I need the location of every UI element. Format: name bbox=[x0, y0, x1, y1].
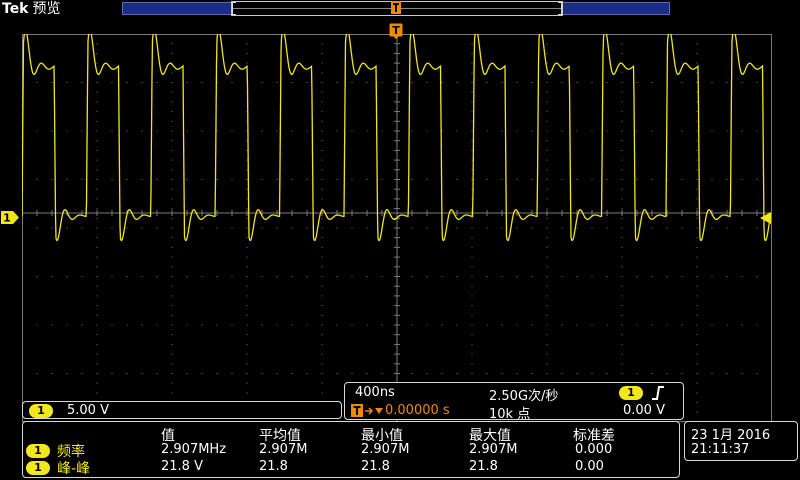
row2-stddev: 0.00 bbox=[575, 459, 604, 474]
channel1-ground-marker[interactable]: 1 bbox=[0, 210, 20, 225]
channel1-waveform bbox=[22, 34, 771, 242]
trigger-level-arrow-icon[interactable] bbox=[760, 212, 772, 224]
row1-min: 2.907M bbox=[361, 442, 410, 457]
trigger-point-indicator-icon bbox=[391, 1, 401, 14]
trigger-delay-value: 0.00000 s bbox=[385, 403, 450, 418]
record-view-right-bracket bbox=[558, 2, 562, 15]
row2-min: 21.8 bbox=[361, 459, 390, 474]
rising-edge-icon bbox=[652, 386, 664, 400]
top-bar: Tek 预览 bbox=[0, 0, 800, 18]
time-per-division: 400ns bbox=[355, 385, 395, 400]
sample-rate: 2.50G次/秒 bbox=[489, 389, 559, 404]
trigger-position-marker[interactable]: T bbox=[389, 23, 403, 39]
row1-channel-badge: 1 bbox=[26, 444, 50, 458]
channel1-trace bbox=[22, 34, 771, 242]
channel1-ground-label: 1 bbox=[3, 212, 11, 225]
channel1-volts-per-div: 5.00 V bbox=[67, 403, 109, 418]
record-length: 10k 点 bbox=[489, 407, 531, 422]
row2-channel-badge: 1 bbox=[26, 461, 50, 475]
row1-mean: 2.907M bbox=[259, 442, 308, 457]
brand: Tek 预览 bbox=[2, 0, 61, 18]
trigger-source-badge: 1 bbox=[619, 386, 643, 400]
row2-value: 21.8 V bbox=[161, 459, 203, 474]
row1-value: 2.907MHz bbox=[161, 442, 227, 457]
row2-measurement-name: 峰-峰 bbox=[57, 461, 91, 477]
row1-max: 2.907M bbox=[469, 442, 518, 457]
horizontal-trigger-readout[interactable]: 400ns 2.50G次/秒 1 0.00000 s 10k 点 0.00 V bbox=[344, 382, 684, 422]
brand-logo: Tek bbox=[2, 1, 29, 17]
row1-stddev: 0.000 bbox=[575, 442, 613, 457]
record-view-left-bracket bbox=[232, 2, 236, 15]
waveform-graticule[interactable] bbox=[22, 34, 772, 422]
date-time-readout[interactable]: 23 1月 2016 21:11:37 bbox=[684, 421, 798, 461]
trigger-position-label: T bbox=[392, 24, 400, 37]
trigger-level-value: 0.00 V bbox=[623, 403, 665, 418]
trigger-delay-icon bbox=[351, 404, 383, 417]
row2-max: 21.8 bbox=[469, 459, 498, 474]
measurement-statistics-panel[interactable]: 值 平均值 最小值 最大值 标准差 1 频率 2.907MHz 2.907M 2… bbox=[22, 421, 680, 478]
acquisition-mode: 预览 bbox=[32, 1, 61, 17]
channel1-badge: 1 bbox=[29, 404, 53, 418]
row2-mean: 21.8 bbox=[259, 459, 288, 474]
channel1-scale-readout[interactable]: 1 5.00 V bbox=[22, 401, 342, 419]
date: 23 1月 2016 bbox=[691, 428, 771, 443]
time: 21:11:37 bbox=[691, 442, 750, 457]
